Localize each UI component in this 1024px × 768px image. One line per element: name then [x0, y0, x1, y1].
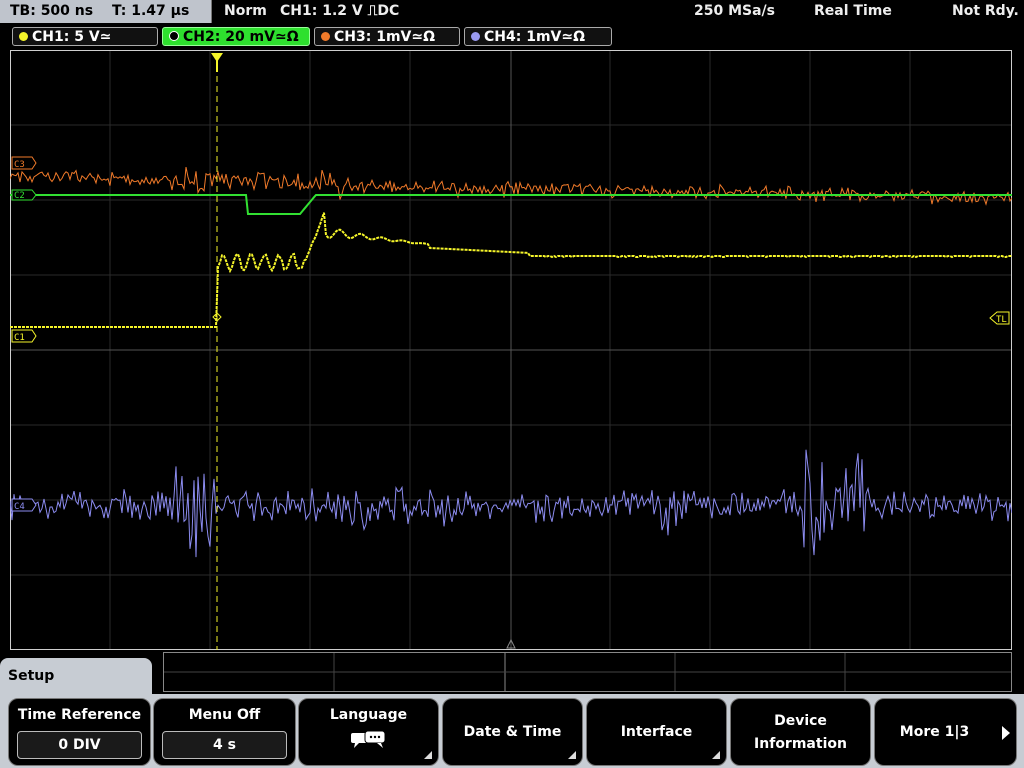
timebase-value: TB: 500 ns: [10, 3, 94, 19]
channel-4-marker[interactable]: C4: [11, 498, 37, 512]
time-reference-label: Time Reference: [17, 707, 142, 723]
channel-1-tab[interactable]: CH1: 5 V≃: [12, 27, 158, 46]
more-label: More 1|3: [899, 724, 970, 740]
channel-2-tab[interactable]: CH2: 20 mV≃Ω: [162, 27, 310, 46]
language-label: Language: [329, 707, 408, 723]
language-submenu-indicator-icon: [424, 751, 432, 759]
channel-1-dot-icon: [19, 31, 28, 41]
menu-off-softkey[interactable]: Menu Off 4 s: [153, 698, 296, 766]
interface-softkey[interactable]: Interface: [586, 698, 727, 766]
interface-submenu-indicator-icon: [712, 751, 720, 759]
channel-4-dot-icon: [471, 31, 480, 41]
history-strip: [163, 652, 1012, 692]
device-information-softkey[interactable]: Device Information: [730, 698, 871, 766]
trigger-mode[interactable]: Norm: [224, 0, 267, 23]
device-information-label-line1: Device: [774, 713, 827, 729]
device-information-label-line2: Information: [754, 736, 847, 752]
channel-1-label: CH1: 5 V≃: [32, 29, 112, 45]
menu-off-value: 4 s: [162, 731, 287, 759]
channel-2-label: CH2: 20 mV≃Ω: [183, 29, 299, 45]
channel-3-marker[interactable]: C3: [11, 156, 37, 170]
channel-4-label: CH4: 1mV≃Ω: [484, 29, 586, 45]
trigger-position: T: 1.47 µs: [111, 3, 190, 19]
date-time-submenu-indicator-icon: [568, 751, 576, 759]
channel-3-dot-icon: [321, 31, 330, 41]
trigger-level-label: TL: [996, 315, 1007, 325]
status-bar: TB: 500 ns T: 1.47 µs Norm CH1: 1.2 V ⎍D…: [0, 0, 1024, 24]
menu-title: Setup: [8, 668, 55, 684]
channel-2-dot-icon: [169, 31, 179, 41]
speech-bubbles-icon: [351, 730, 386, 748]
channel-3-marker-label: C3: [14, 160, 25, 170]
time-reference-value: 0 DIV: [17, 731, 142, 759]
channel-4-tab[interactable]: CH4: 1mV≃Ω: [464, 27, 612, 46]
date-time-softkey[interactable]: Date & Time: [442, 698, 583, 766]
trigger-level-marker[interactable]: TL: [989, 311, 1010, 325]
timebase-box[interactable]: TB: 500 ns T: 1.47 µs: [0, 0, 212, 23]
channel-2-marker-label: C2: [14, 191, 25, 201]
channel-1-marker-label: C1: [14, 333, 25, 343]
more-softkey[interactable]: More 1|3: [874, 698, 1017, 766]
channel-2-marker[interactable]: C2: [11, 189, 37, 201]
menu-title-tab: Setup: [0, 658, 152, 694]
chevron-right-icon: [1002, 726, 1010, 740]
channel-bar: CH1: 5 V≃ CH2: 20 mV≃Ω CH3: 1mV≃Ω CH4: 1…: [0, 26, 1024, 48]
date-time-label: Date & Time: [463, 724, 562, 740]
acquisition-state: Not Rdy.: [952, 3, 1019, 19]
trigger-settings[interactable]: CH1: 1.2 V ⎍DC: [280, 0, 399, 23]
sample-rate: 250 MSa/s: [694, 3, 776, 19]
waveform-display[interactable]: C3 C2 C1 C4 TL: [10, 50, 1012, 650]
interface-label: Interface: [620, 724, 693, 740]
acquisition-mode[interactable]: Real Time: [814, 0, 892, 23]
graticule-center-axes: [10, 50, 1012, 650]
channel-3-tab[interactable]: CH3: 1mV≃Ω: [314, 27, 460, 46]
menu-off-label: Menu Off: [188, 707, 261, 723]
time-reference-softkey[interactable]: Time Reference 0 DIV: [8, 698, 151, 766]
channel-4-marker-label: C4: [14, 502, 25, 512]
channel-3-label: CH3: 1mV≃Ω: [334, 29, 436, 45]
language-softkey[interactable]: Language: [298, 698, 439, 766]
channel-1-marker[interactable]: C1: [11, 329, 37, 343]
